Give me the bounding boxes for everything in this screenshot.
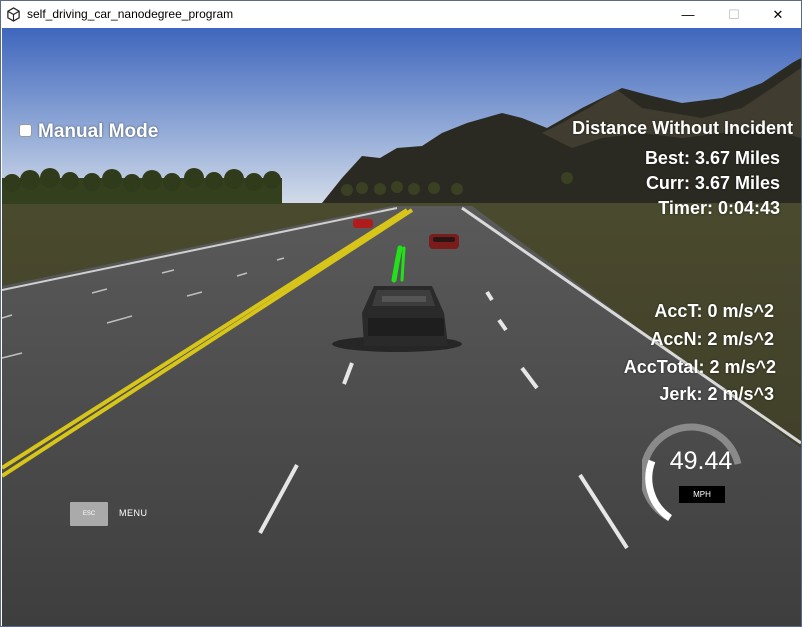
best-distance: Best: 3.67 Miles	[644, 148, 780, 168]
menu-label[interactable]: MENU	[119, 508, 148, 518]
speed-readout: 49.44	[669, 447, 733, 475]
manual-mode-checkbox[interactable]	[19, 124, 32, 137]
app-window: self_driving_car_nanodegree_program — ☐ …	[0, 0, 802, 627]
window-title: self_driving_car_nanodegree_program	[27, 7, 234, 21]
esc-key-label: ESC	[82, 511, 96, 517]
acc-total: AccTotal: 2 m/s^2	[623, 357, 776, 377]
unity-icon	[7, 7, 20, 22]
close-icon: ✕	[772, 6, 784, 22]
lead-car-near	[429, 234, 459, 249]
timer: Timer: 0:04:43	[658, 198, 780, 218]
speed-unit: MPH	[679, 486, 725, 503]
acc-n: AccN: 2 m/s^2	[650, 329, 774, 349]
current-distance: Curr: 3.67 Miles	[645, 173, 780, 193]
minimize-button[interactable]: —	[665, 1, 711, 28]
lead-car-far	[353, 219, 373, 228]
acc-t: AccT: 0 m/s^2	[654, 301, 774, 321]
distance-title: Distance Without Incident	[572, 118, 793, 138]
manual-mode-label[interactable]: Manual Mode	[38, 121, 158, 143]
esc-menu-button[interactable]: ESC	[70, 502, 108, 526]
maximize-icon: ☐	[728, 6, 740, 22]
ego-car	[362, 286, 448, 346]
maximize-button[interactable]: ☐	[711, 1, 757, 28]
game-viewport[interactable]: Manual Mode Distance Without Incident Be…	[2, 28, 801, 626]
minimize-icon: —	[681, 7, 695, 22]
title-bar[interactable]: self_driving_car_nanodegree_program — ☐ …	[1, 1, 801, 28]
jerk: Jerk: 2 m/s^3	[659, 384, 774, 404]
close-button[interactable]: ✕	[755, 1, 801, 28]
